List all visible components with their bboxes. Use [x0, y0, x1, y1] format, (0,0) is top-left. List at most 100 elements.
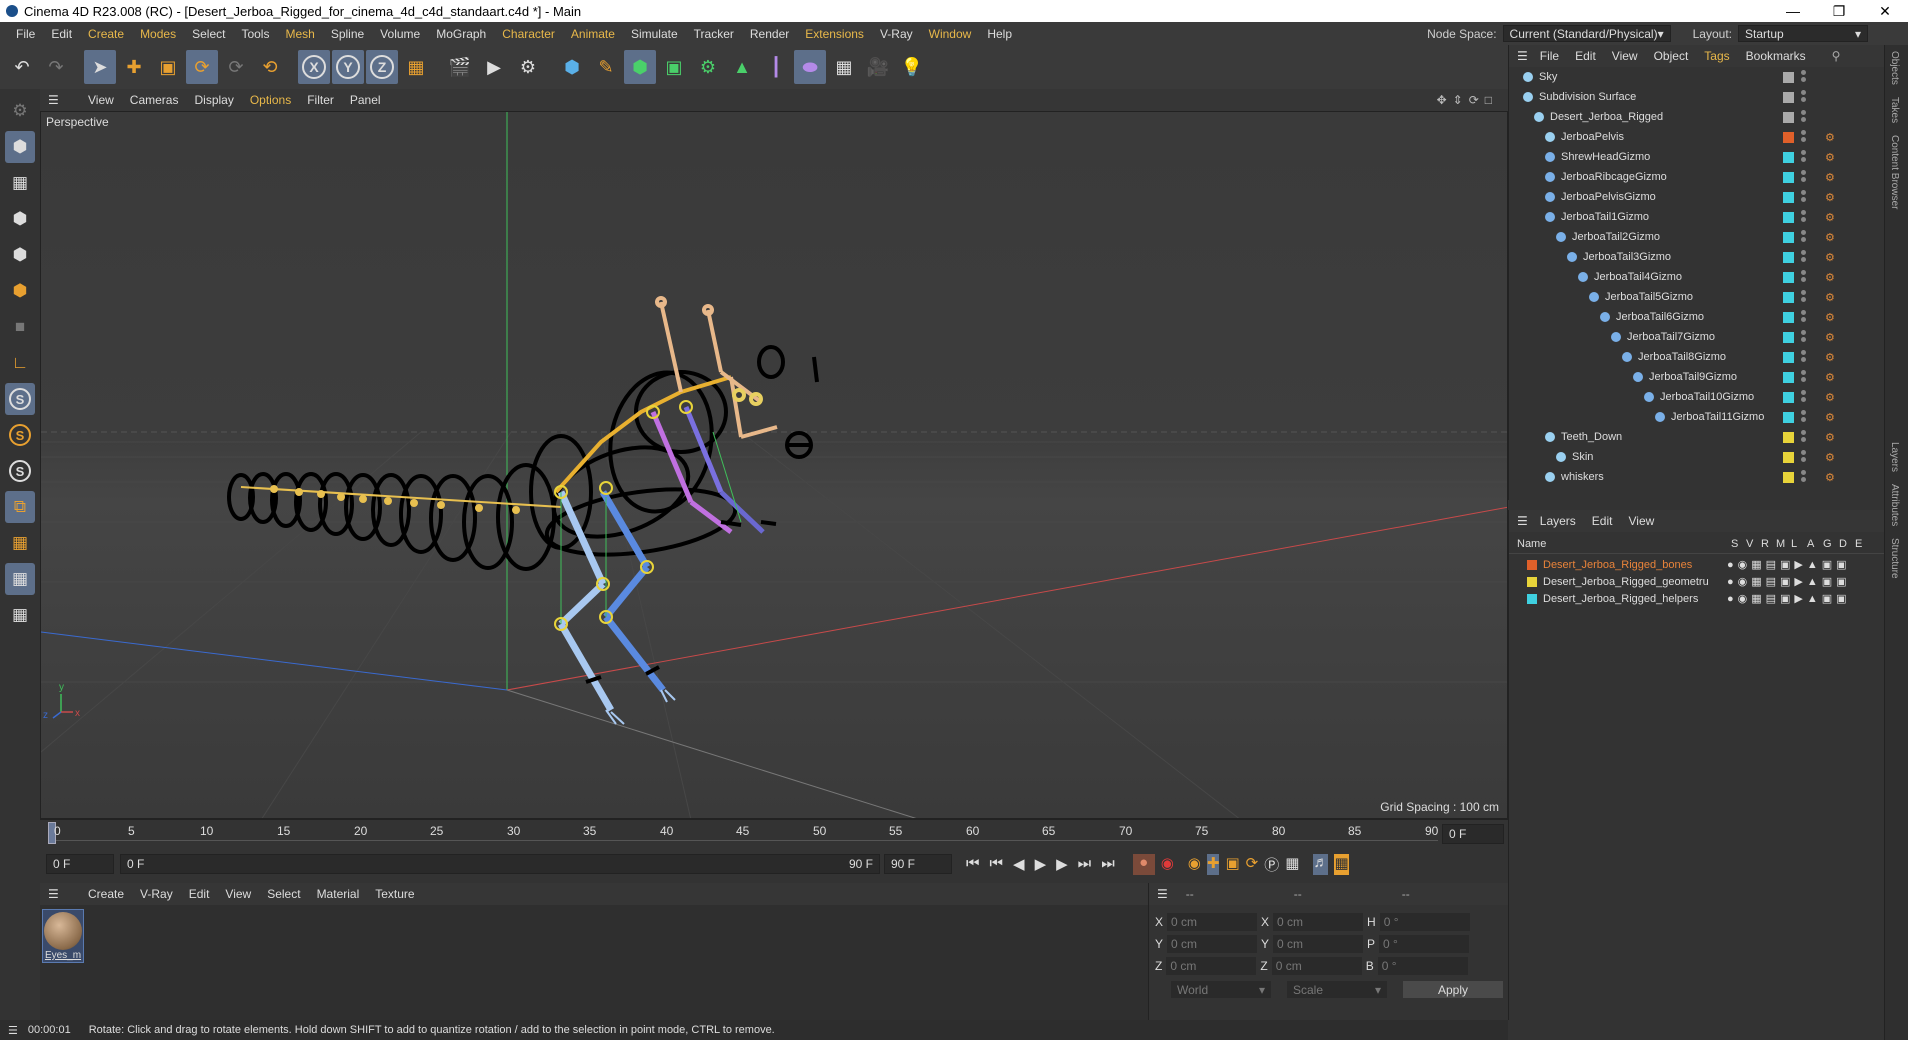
- keyframe-selection-icon[interactable]: ◉: [1188, 854, 1201, 875]
- side-tab-layers[interactable]: Layers: [1885, 436, 1904, 478]
- uv-mode-icon[interactable]: ■: [5, 311, 35, 343]
- side-tab-structure[interactable]: Structure: [1885, 532, 1904, 585]
- size-x-field[interactable]: 0 cm: [1273, 913, 1364, 931]
- viewport-menu-options[interactable]: Options: [242, 93, 299, 107]
- material-swatch[interactable]: Eyes_m: [42, 909, 84, 963]
- menu-create[interactable]: Create: [80, 27, 132, 41]
- menu-render[interactable]: Render: [742, 27, 797, 41]
- object-tag-icon[interactable]: ⚙: [1825, 351, 1835, 364]
- visibility-dots-icon[interactable]: [1801, 290, 1806, 304]
- restore-icon[interactable]: ❐: [1816, 0, 1862, 22]
- visibility-dots-icon[interactable]: [1801, 190, 1806, 204]
- object-tag-icon[interactable]: ⚙: [1825, 191, 1835, 204]
- layer-color-tag[interactable]: [1783, 251, 1794, 263]
- field-icon[interactable]: ⬬: [794, 50, 826, 84]
- layer-color-tag[interactable]: [1783, 431, 1794, 443]
- visibility-dots-icon[interactable]: [1801, 270, 1806, 284]
- rotation-b-field[interactable]: 0 °: [1377, 957, 1468, 975]
- layer-row[interactable]: Desert_Jerboa_Rigged_helpers ●◉▦▤▣▶▲▣▣: [1509, 590, 1885, 607]
- texture-mode-icon[interactable]: ▦: [5, 167, 35, 199]
- apply-button[interactable]: Apply: [1403, 981, 1503, 998]
- layer-color-tag[interactable]: [1783, 271, 1794, 283]
- end-frame-field[interactable]: 90 F: [884, 854, 952, 874]
- motion-record-icon[interactable]: ♬: [1313, 853, 1329, 875]
- visibility-dots-icon[interactable]: [1801, 370, 1806, 384]
- play-icon[interactable]: ▶: [1035, 855, 1047, 873]
- side-tab-objects[interactable]: Objects: [1885, 45, 1904, 91]
- visibility-dots-icon[interactable]: [1801, 210, 1806, 224]
- object-menu-view[interactable]: View: [1604, 49, 1646, 63]
- menu-extensions[interactable]: Extensions: [797, 27, 872, 41]
- next-key-icon[interactable]: ⏭: [1078, 855, 1092, 873]
- layer-menu-layers[interactable]: Layers: [1532, 514, 1584, 528]
- object-row[interactable]: JerboaTail2Gizmo ⚙: [1509, 227, 1885, 247]
- previous-key-icon[interactable]: ⏮: [990, 855, 1004, 873]
- material-menu-texture[interactable]: Texture: [367, 887, 422, 901]
- object-menu-file[interactable]: File: [1532, 49, 1567, 63]
- visibility-dots-icon[interactable]: [1801, 390, 1806, 404]
- cloner-icon[interactable]: ▲: [726, 50, 758, 84]
- search-icon[interactable]: ⚲: [1832, 49, 1841, 63]
- timeline-icon[interactable]: ▦: [1334, 853, 1349, 875]
- object-row[interactable]: JerboaPelvisGizmo ⚙: [1509, 187, 1885, 207]
- layer-color-tag[interactable]: [1783, 71, 1794, 83]
- object-tag-icon[interactable]: ⚙: [1825, 451, 1835, 464]
- previous-frame-icon[interactable]: ◀: [1013, 855, 1025, 873]
- key-scale-icon[interactable]: ▣: [1225, 854, 1239, 875]
- visibility-dots-icon[interactable]: [1801, 250, 1806, 264]
- rotation-p-field[interactable]: 0 °: [1379, 935, 1470, 953]
- side-tab-attributes[interactable]: Attributes: [1885, 478, 1904, 532]
- menu-window[interactable]: Window: [921, 27, 980, 41]
- layer-color-tag[interactable]: [1783, 151, 1794, 163]
- material-menu-edit[interactable]: Edit: [181, 887, 218, 901]
- layer-color-tag[interactable]: [1783, 291, 1794, 303]
- visibility-dots-icon[interactable]: [1801, 450, 1806, 464]
- make-editable-icon[interactable]: ⚙: [5, 95, 35, 127]
- layer-color-tag[interactable]: [1783, 91, 1794, 103]
- size-z-field[interactable]: 0 cm: [1271, 957, 1362, 975]
- go-to-start-icon[interactable]: ⏮: [966, 855, 980, 873]
- layer-flags-icon[interactable]: ●◉▦▤▣▶▲▣▣: [1727, 575, 1851, 588]
- menu-vray[interactable]: V-Ray: [872, 27, 921, 41]
- menu-icon[interactable]: ☰: [1157, 887, 1168, 901]
- snap-settings-icon[interactable]: S: [5, 419, 35, 451]
- layer-color-tag[interactable]: [1783, 391, 1794, 403]
- layer-color-tag[interactable]: [1783, 231, 1794, 243]
- object-row[interactable]: JerboaTail7Gizmo ⚙: [1509, 327, 1885, 347]
- viewport-canvas[interactable]: y x z: [41, 112, 1508, 819]
- layer-color-tag[interactable]: [1783, 311, 1794, 323]
- viewport-menu-panel[interactable]: Panel: [342, 93, 389, 107]
- object-tag-icon[interactable]: ⚙: [1825, 151, 1835, 164]
- coord-space-dropdown[interactable]: World ▾: [1171, 981, 1271, 998]
- menu-spline[interactable]: Spline: [323, 27, 372, 41]
- menu-select[interactable]: Select: [184, 27, 233, 41]
- menu-mograph[interactable]: MoGraph: [428, 27, 494, 41]
- pen-icon[interactable]: ✎: [590, 50, 622, 84]
- layer-row[interactable]: Desert_Jerboa_Rigged_bones ●◉▦▤▣▶▲▣▣: [1509, 556, 1885, 573]
- polygons-mode-icon[interactable]: ⬢: [5, 275, 35, 307]
- object-row[interactable]: JerboaRibcageGizmo ⚙: [1509, 167, 1885, 187]
- layer-row[interactable]: Desert_Jerboa_Rigged_geometru ●◉▦▤▣▶▲▣▣: [1509, 573, 1885, 590]
- menu-icon[interactable]: ☰: [48, 887, 59, 901]
- move-tool-icon[interactable]: ✚: [118, 50, 150, 84]
- object-row[interactable]: Desert_Jerboa_Rigged: [1509, 107, 1885, 127]
- object-tag-icon[interactable]: ⚙: [1825, 231, 1835, 244]
- layer-color-tag[interactable]: [1783, 171, 1794, 183]
- floor-icon[interactable]: ▦: [828, 50, 860, 84]
- key-position-icon[interactable]: ✚: [1206, 853, 1220, 875]
- object-row[interactable]: Skin ⚙: [1509, 447, 1885, 467]
- object-row[interactable]: JerboaTail10Gizmo ⚙: [1509, 387, 1885, 407]
- y-axis-lock-icon[interactable]: Y: [332, 50, 364, 84]
- viewport-perspective[interactable]: y x z Perspective Grid Spacing : 100 cm: [40, 111, 1508, 819]
- object-row[interactable]: ShrewHeadGizmo ⚙: [1509, 147, 1885, 167]
- visibility-dots-icon[interactable]: [1801, 110, 1806, 124]
- light-icon[interactable]: 💡: [896, 50, 928, 84]
- current-frame-field[interactable]: 0 F: [1442, 824, 1504, 844]
- object-tag-icon[interactable]: ⚙: [1825, 131, 1835, 144]
- quantize-icon[interactable]: S: [5, 455, 35, 487]
- x-axis-lock-icon[interactable]: X: [298, 50, 330, 84]
- record-icon[interactable]: ◉: [1161, 854, 1174, 875]
- object-row[interactable]: JerboaTail6Gizmo ⚙: [1509, 307, 1885, 327]
- subdivision-icon[interactable]: ⬢: [624, 50, 656, 84]
- object-row[interactable]: JerboaTail11Gizmo ⚙: [1509, 407, 1885, 427]
